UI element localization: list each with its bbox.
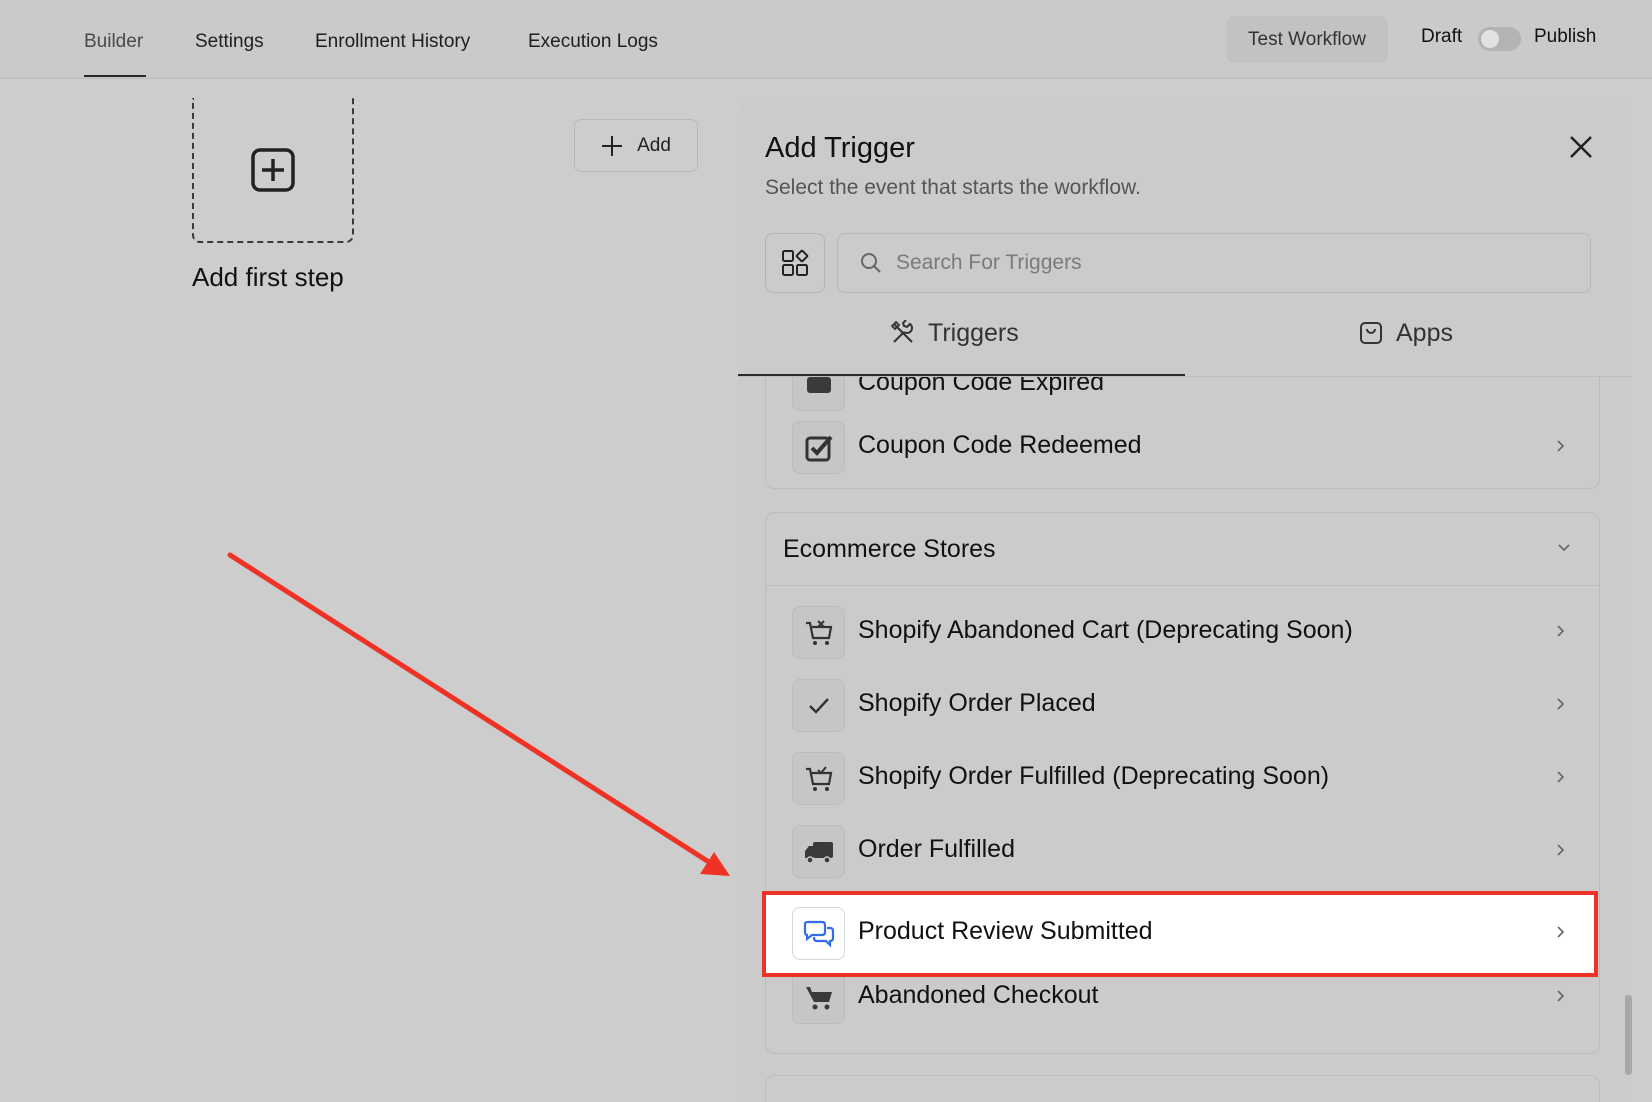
- chevron-down-icon: [1558, 544, 1570, 552]
- chevron-right-icon: [1557, 926, 1565, 938]
- tab-triggers[interactable]: Triggers: [890, 310, 1019, 356]
- trigger-item-label: Shopify Abandoned Cart (Deprecating Soon…: [858, 616, 1353, 644]
- ecommerce-stores-header[interactable]: Ecommerce Stores: [766, 513, 1599, 586]
- next-category-card: [765, 1075, 1600, 1102]
- checkbox-checked-icon: [792, 421, 845, 474]
- plus-icon: [602, 135, 623, 156]
- ticket-icon: [792, 377, 845, 411]
- trigger-item-order-fulfilled[interactable]: Order Fulfilled: [766, 815, 1599, 888]
- add-first-step-box[interactable]: [192, 98, 354, 243]
- search-icon: [861, 253, 881, 273]
- chevron-right-icon: [1557, 440, 1565, 452]
- chevron-right-icon: [1557, 771, 1565, 783]
- tab-apps-label: Apps: [1396, 318, 1453, 347]
- trigger-item-label: Order Fulfilled: [858, 835, 1015, 863]
- trigger-item-coupon-redeemed[interactable]: Coupon Code Redeemed: [766, 411, 1599, 484]
- chevron-right-icon: [1557, 625, 1565, 637]
- cart-check-icon: [792, 752, 845, 805]
- chevron-right-icon: [1557, 698, 1565, 710]
- trigger-item-label: Coupon Code Redeemed: [858, 431, 1142, 459]
- add-button-label: Add: [637, 134, 671, 156]
- close-icon[interactable]: [1568, 134, 1594, 160]
- trigger-item-label: Abandoned Checkout: [858, 981, 1099, 1009]
- trigger-item-shopify-order-placed[interactable]: Shopify Order Placed: [766, 669, 1599, 742]
- trigger-item-shopify-order-fulfilled[interactable]: Shopify Order Fulfilled (Deprecating Soo…: [766, 742, 1599, 815]
- draft-label: Draft: [1421, 26, 1463, 47]
- active-tab-indicator: [84, 75, 146, 77]
- tab-apps[interactable]: Apps: [1358, 310, 1453, 356]
- test-workflow-button[interactable]: Test Workflow: [1226, 16, 1388, 63]
- panel-title: Add Trigger: [765, 132, 915, 164]
- panel-scrollbar[interactable]: [1625, 995, 1632, 1075]
- tab-settings[interactable]: Settings: [195, 31, 264, 53]
- trigger-item-label: Product Review Submitted: [858, 917, 1153, 945]
- chat-bubbles-icon: [792, 907, 845, 960]
- category-grid-button[interactable]: [765, 233, 825, 293]
- tools-icon: [890, 320, 913, 343]
- tab-enrollment-history[interactable]: Enrollment History: [315, 31, 470, 53]
- trigger-item-shopify-abandoned-cart[interactable]: Shopify Abandoned Cart (Deprecating Soon…: [766, 596, 1599, 669]
- publish-toggle[interactable]: [1478, 27, 1521, 51]
- tab-execution-logs[interactable]: Execution Logs: [528, 31, 658, 53]
- top-nav: Builder Settings Enrollment History Exec…: [0, 0, 1652, 79]
- add-button[interactable]: Add: [574, 119, 698, 172]
- cart-remove-icon: [792, 606, 845, 659]
- trigger-search-input[interactable]: [894, 250, 1558, 276]
- trigger-list: Coupon Code Expired Coupon Code Redeemed…: [738, 377, 1632, 1102]
- toggle-knob: [1481, 30, 1499, 48]
- truck-icon: [792, 825, 845, 878]
- workflow-canvas: Add first step Add: [0, 98, 718, 1102]
- trigger-search-box: [837, 233, 1591, 293]
- trigger-item-label: Shopify Order Placed: [858, 689, 1096, 717]
- trigger-item-product-review-submitted[interactable]: Product Review Submitted: [762, 891, 1598, 977]
- shopping-bag-icon: [1360, 322, 1382, 344]
- chevron-right-icon: [1557, 990, 1565, 1002]
- panel-subtitle: Select the event that starts the workflo…: [765, 176, 1141, 199]
- trigger-item-label: Shopify Order Fulfilled (Deprecating Soo…: [858, 762, 1330, 790]
- chevron-right-icon: [1557, 844, 1565, 856]
- shopping-cart-icon: [792, 971, 845, 1024]
- publish-label: Publish: [1534, 26, 1597, 47]
- check-icon: [792, 679, 845, 732]
- trigger-item-label: Coupon Code Expired: [858, 377, 1104, 396]
- active-panel-tab-indicator: [738, 374, 1185, 376]
- coupons-card: Coupon Code Expired Coupon Code Redeemed: [765, 377, 1600, 489]
- tab-builder[interactable]: Builder: [84, 31, 143, 53]
- add-first-step-label: Add first step: [192, 262, 344, 292]
- plus-square-icon: [251, 147, 295, 192]
- tab-triggers-label: Triggers: [928, 318, 1019, 347]
- section-title: Ecommerce Stores: [783, 535, 996, 563]
- grid-shapes-icon: [782, 249, 809, 276]
